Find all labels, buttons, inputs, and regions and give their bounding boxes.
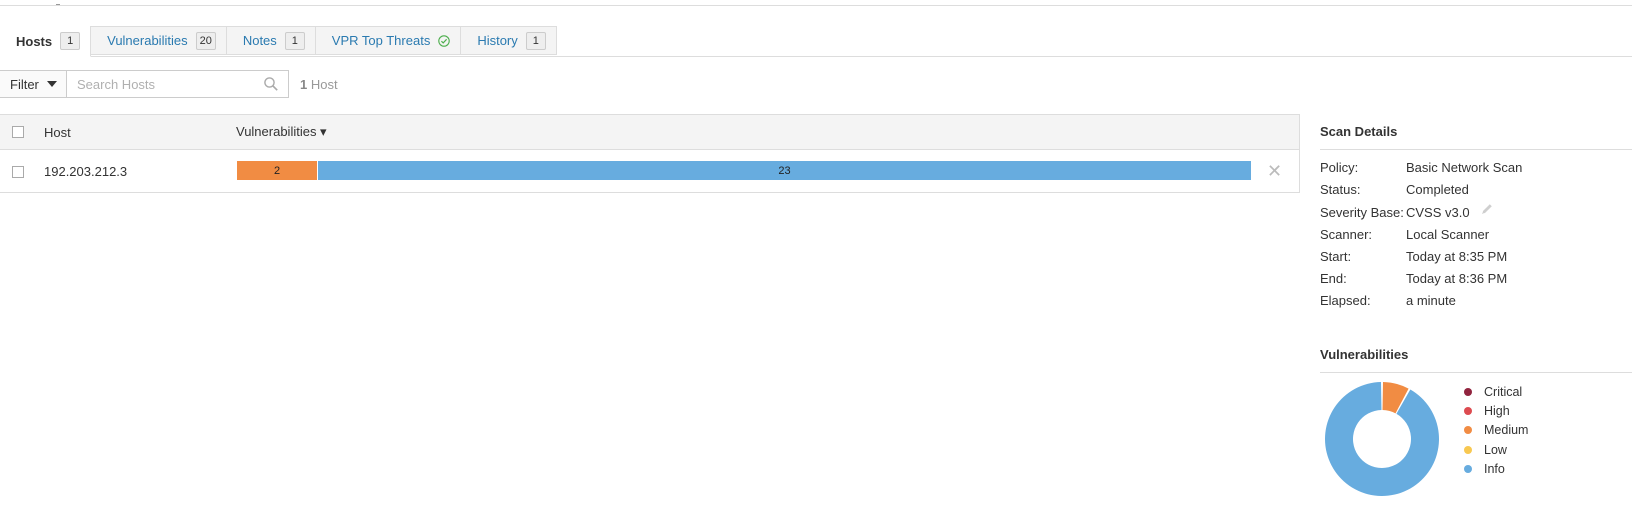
detail-value: a minute: [1406, 293, 1456, 308]
legend-dot: [1464, 388, 1472, 396]
legend-item-high[interactable]: High: [1464, 403, 1528, 422]
detail-key: Policy:: [1320, 160, 1359, 175]
top-divider: [0, 5, 1632, 6]
tab-label: Vulnerabilities: [107, 33, 188, 48]
row-checkbox[interactable]: [12, 166, 24, 178]
count-badge: 1: [284, 31, 305, 50]
scan-details-divider: [1320, 149, 1632, 150]
detail-key: End:: [1320, 271, 1347, 286]
check-circle-icon: [438, 34, 451, 47]
vulnerabilities-panel-title: Vulnerabilities: [1320, 347, 1409, 362]
remove-host-close-icon[interactable]: ✕: [1267, 162, 1282, 180]
host-count-label: Host: [310, 77, 338, 92]
top-divider-stub: [56, 0, 60, 5]
legend-label: Critical: [1484, 385, 1523, 399]
column-header-vulnerabilities[interactable]: Vulnerabilities ▾: [236, 124, 327, 140]
detail-key: Status:: [1320, 182, 1361, 197]
tab-bar: Hosts 1 Vulnerabilities 20 Notes 1 VPR T…: [0, 26, 557, 57]
detail-key: Start:: [1320, 249, 1352, 264]
search-box: [66, 70, 289, 98]
count-badge: 1: [60, 32, 81, 50]
detail-key: Scanner:: [1320, 227, 1373, 242]
tab-label: Hosts: [16, 33, 53, 49]
segment-count: 2: [273, 164, 281, 177]
legend-label: Low: [1484, 442, 1507, 457]
hosts-table: Host Vulnerabilities ▾ 192.203.212.3 2 2…: [0, 114, 1300, 193]
scan-details-title: Scan Details: [1320, 124, 1398, 139]
detail-value: CVSS v3.0: [1406, 205, 1470, 220]
search-icon[interactable]: [263, 76, 279, 92]
table-header: Host Vulnerabilities ▾: [0, 115, 1299, 150]
legend-dot: [1464, 426, 1472, 435]
filter-label: Filter: [10, 76, 39, 92]
caret-down-icon: [46, 81, 57, 87]
vulnerabilities-divider: [1320, 372, 1632, 373]
column-header-host[interactable]: Host: [44, 125, 71, 140]
tab-history[interactable]: History 1: [461, 26, 557, 55]
legend-dot: [1464, 464, 1472, 473]
legend-label: Info: [1484, 461, 1505, 476]
detail-value: Local Scanner: [1406, 227, 1490, 242]
host-ip[interactable]: 192.203.212.3: [44, 164, 127, 179]
tab-label: History: [477, 33, 518, 48]
detail-value: Today at 8:35 PM: [1406, 249, 1508, 264]
severity-donut-chart: [1325, 382, 1439, 496]
detail-value: Basic Network Scan: [1406, 160, 1523, 175]
legend-label: High: [1484, 404, 1510, 419]
donut-slice-info[interactable]: [1325, 382, 1439, 496]
tab-hosts[interactable]: Hosts 1: [0, 26, 92, 57]
tab-label: VPR Top Threats: [331, 33, 431, 48]
detail-key: Severity Base:: [1320, 205, 1404, 220]
tab-vulnerabilities[interactable]: Vulnerabilities 20: [91, 26, 227, 55]
count-badge: 20: [195, 31, 216, 50]
detail-key: Elapsed:: [1320, 293, 1371, 308]
detail-value: Today at 8:36 PM: [1406, 271, 1508, 286]
table-row[interactable]: 192.203.212.3 2 23 ✕: [0, 150, 1299, 193]
legend-item-info[interactable]: Info: [1464, 461, 1528, 480]
severity-segment-info[interactable]: 23: [318, 161, 1251, 180]
host-count: 1 Host: [300, 77, 338, 92]
search-input[interactable]: [67, 71, 263, 97]
detail-value: Completed: [1406, 182, 1469, 197]
severity-bar: 2 23: [237, 161, 1251, 180]
filter-button[interactable]: Filter: [0, 70, 67, 98]
legend-item-medium[interactable]: Medium: [1464, 422, 1528, 441]
legend-dot: [1464, 445, 1472, 454]
tab-notes[interactable]: Notes 1: [226, 26, 316, 55]
select-all-checkbox[interactable]: [12, 126, 24, 138]
severity-legend: Critical High Medium Low Info: [1464, 384, 1528, 480]
host-count-number: 1: [300, 77, 308, 92]
tabs-divider: [0, 56, 1632, 57]
legend-dot: [1464, 407, 1472, 416]
tab-vpr-top-threats[interactable]: VPR Top Threats: [315, 26, 462, 55]
legend-item-critical[interactable]: Critical: [1464, 384, 1528, 403]
count-badge: 1: [525, 31, 546, 50]
edit-pencil-icon[interactable]: [1480, 202, 1494, 216]
severity-segment-medium[interactable]: 2: [237, 161, 317, 180]
legend-label: Medium: [1484, 423, 1529, 438]
tab-label: Notes: [242, 33, 277, 48]
legend-item-low[interactable]: Low: [1464, 442, 1528, 461]
segment-count: 23: [778, 164, 791, 177]
